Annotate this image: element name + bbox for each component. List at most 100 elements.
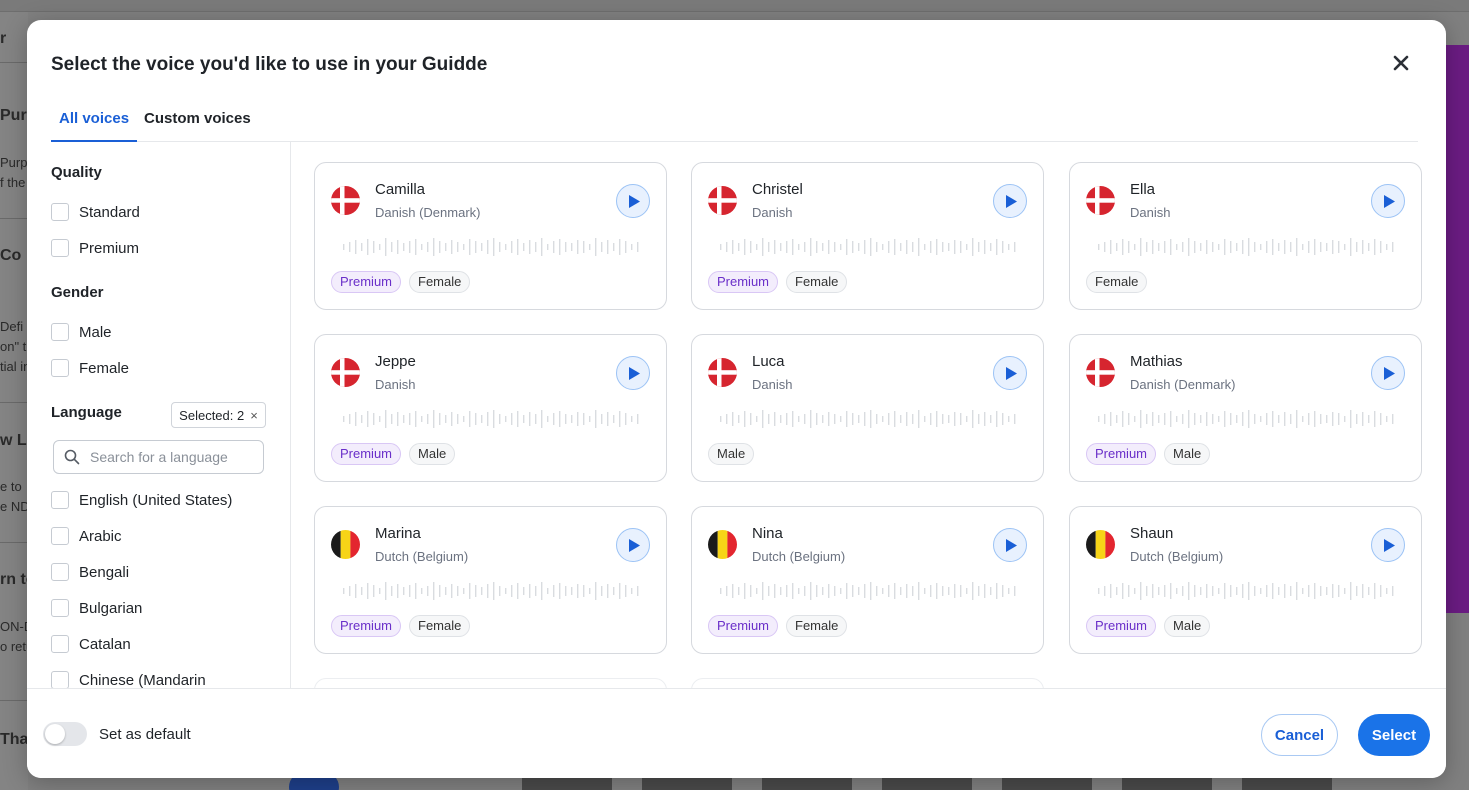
voice-tag: Premium: [708, 615, 779, 637]
checkbox[interactable]: [51, 527, 69, 545]
language-option[interactable]: Arabic: [51, 526, 122, 546]
belgium-flag-icon: [331, 530, 360, 559]
voice-card-partial[interactable]: [314, 678, 667, 688]
gender-option-female[interactable]: Female: [51, 358, 129, 378]
language-selected-chip[interactable]: Selected: 2 ×: [171, 402, 266, 428]
tab-all-voices[interactable]: All voices: [51, 110, 138, 142]
voice-tag: Male: [1164, 615, 1211, 637]
close-button[interactable]: [1390, 52, 1412, 74]
voice-tag: Male: [1164, 443, 1211, 465]
language-search-input[interactable]: [90, 449, 250, 465]
option-label: Catalan: [79, 635, 131, 653]
checkbox[interactable]: [51, 671, 69, 688]
clear-selection-icon[interactable]: ×: [250, 408, 258, 423]
language-option[interactable]: Catalan: [51, 634, 131, 654]
voice-tag: Male: [708, 443, 755, 465]
cancel-button[interactable]: Cancel: [1261, 714, 1338, 756]
voice-language: Danish (Denmark): [1130, 377, 1236, 392]
play-preview-button[interactable]: [1371, 184, 1405, 218]
select-button[interactable]: Select: [1358, 714, 1430, 756]
voice-tags: Premium Male: [1086, 443, 1211, 465]
voice-card[interactable]: Camilla Danish (Denmark) Premium Female: [314, 162, 667, 310]
background-snippet: Purp: [0, 155, 28, 170]
play-preview-button[interactable]: [616, 356, 650, 390]
voice-card[interactable]: Shaun Dutch (Belgium) Premium Male: [1069, 506, 1422, 654]
voice-tag: Female: [409, 271, 471, 293]
set-default-toggle[interactable]: [43, 722, 87, 746]
background-divider: [0, 700, 28, 701]
filters-sidebar: Quality Standard Premium Gender Male Fem…: [27, 142, 291, 688]
voice-card[interactable]: Luca Danish Male: [691, 334, 1044, 482]
language-search[interactable]: [53, 440, 264, 474]
voice-card[interactable]: Jeppe Danish Premium Male: [314, 334, 667, 482]
play-preview-button[interactable]: [1371, 356, 1405, 390]
play-preview-button[interactable]: [993, 528, 1027, 562]
background-purple-panel: [1446, 45, 1469, 613]
play-preview-button[interactable]: [616, 528, 650, 562]
voice-tags: Premium Female: [331, 615, 471, 637]
voice-tags: Premium Female: [331, 271, 471, 293]
background-snippet: on" t: [0, 339, 27, 354]
voice-tag: Female: [1086, 271, 1148, 293]
quality-option-premium[interactable]: Premium: [51, 238, 139, 258]
play-icon: [1006, 539, 1017, 552]
voice-name: Mathias: [1130, 353, 1183, 370]
voice-card[interactable]: Christel Danish Premium Female: [691, 162, 1044, 310]
set-default-label: Set as default: [99, 726, 191, 743]
waveform-graphic: [718, 237, 1018, 257]
toggle-knob: [45, 724, 65, 744]
denmark-flag-icon: [331, 186, 360, 215]
language-option[interactable]: Chinese (Mandarin: [51, 670, 206, 688]
voice-tags: Premium Male: [331, 443, 456, 465]
voice-language: Danish: [1130, 205, 1171, 220]
option-label: Male: [79, 323, 112, 341]
checkbox[interactable]: [51, 203, 69, 221]
voice-language: Danish: [752, 205, 793, 220]
play-icon: [629, 367, 640, 380]
quality-option-standard[interactable]: Standard: [51, 202, 140, 222]
play-preview-button[interactable]: [1371, 528, 1405, 562]
language-option[interactable]: Bengali: [51, 562, 129, 582]
checkbox[interactable]: [51, 239, 69, 257]
option-label: Bengali: [79, 563, 130, 581]
waveform-graphic: [718, 409, 1018, 429]
modal-footer: Set as default Cancel Select: [27, 688, 1446, 778]
voice-card[interactable]: Ella Danish Female: [1069, 162, 1422, 310]
background-left-column: [0, 12, 28, 790]
gender-option-male[interactable]: Male: [51, 322, 112, 342]
option-label: English (United States): [79, 491, 233, 509]
voice-name: Camilla: [375, 181, 426, 198]
background-snippet: e ND: [0, 499, 30, 514]
voice-card[interactable]: Nina Dutch (Belgium) Premium Female: [691, 506, 1044, 654]
voice-tag: Female: [786, 271, 848, 293]
waveform-graphic: [718, 581, 1018, 601]
denmark-flag-icon: [1086, 358, 1115, 387]
checkbox[interactable]: [51, 635, 69, 653]
checkbox[interactable]: [51, 359, 69, 377]
tab-custom-voices[interactable]: Custom voices: [136, 110, 259, 142]
checkbox[interactable]: [51, 599, 69, 617]
play-preview-button[interactable]: [993, 356, 1027, 390]
background-snippet: tial in: [0, 359, 31, 374]
voice-tag: Female: [786, 615, 848, 637]
play-icon: [1384, 367, 1395, 380]
language-option[interactable]: English (United States): [51, 490, 232, 510]
background-heading: r: [0, 30, 7, 47]
voice-tags: Premium Female: [708, 271, 848, 293]
language-option[interactable]: Bulgarian: [51, 598, 142, 618]
voice-tag: Premium: [331, 443, 402, 465]
voice-tag: Premium: [1086, 615, 1157, 637]
play-preview-button[interactable]: [616, 184, 650, 218]
voice-card[interactable]: Mathias Danish (Denmark) Premium Male: [1069, 334, 1422, 482]
voice-card[interactable]: Marina Dutch (Belgium) Premium Female: [314, 506, 667, 654]
option-label: Bulgarian: [79, 599, 143, 617]
play-preview-button[interactable]: [993, 184, 1027, 218]
voice-card-partial[interactable]: [691, 678, 1044, 688]
voice-name: Luca: [752, 353, 785, 370]
checkbox[interactable]: [51, 563, 69, 581]
checkbox[interactable]: [51, 323, 69, 341]
background-divider: [0, 402, 28, 403]
checkbox[interactable]: [51, 491, 69, 509]
voice-tags: Male: [708, 443, 755, 465]
voice-card-grid: Camilla Danish (Denmark) Premium Female Chri…: [314, 162, 1424, 688]
